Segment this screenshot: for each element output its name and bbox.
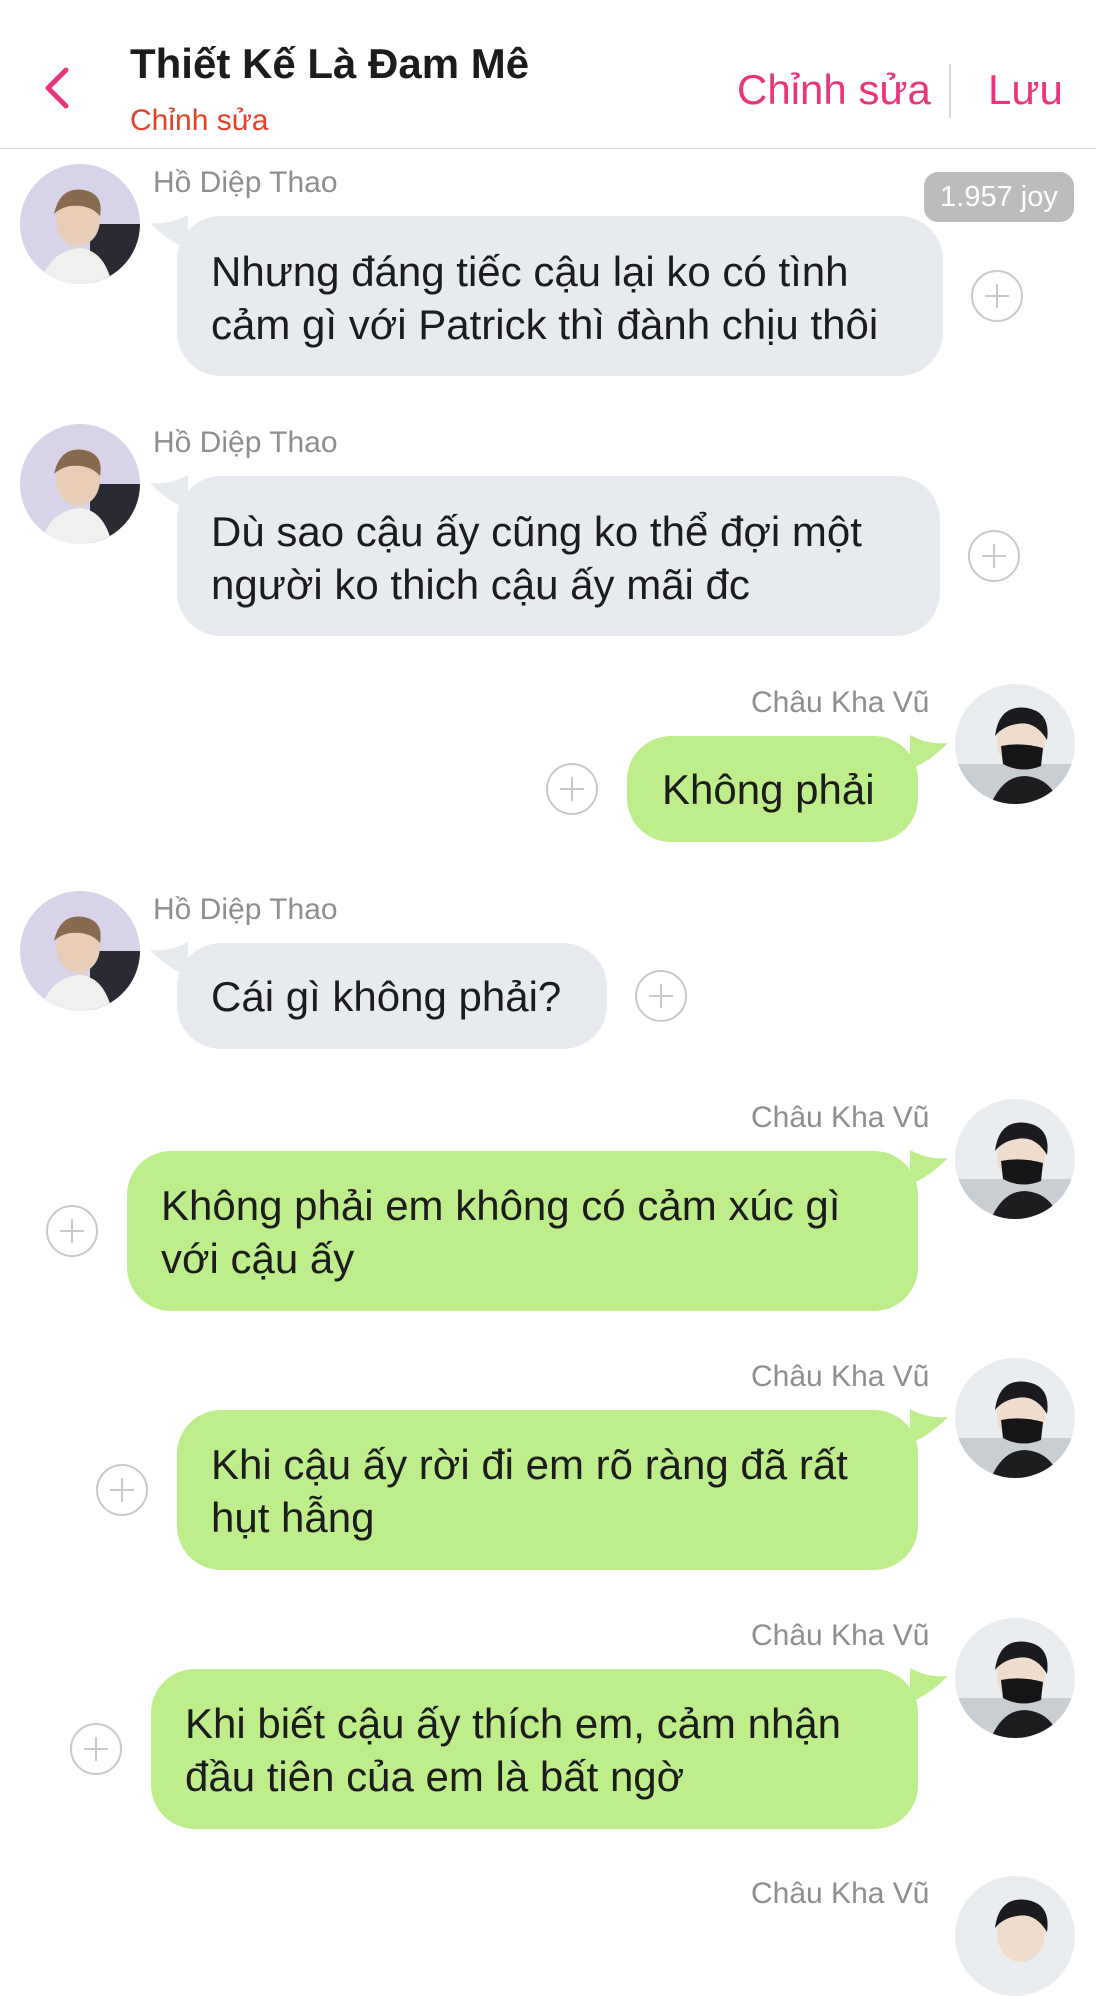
avatar-chau-kha-vu[interactable]: [955, 1358, 1075, 1478]
avatar-chau-kha-vu[interactable]: [955, 684, 1075, 804]
add-reaction-icon[interactable]: [70, 1723, 122, 1775]
chat-title: Thiết Kế Là Đam Mê: [130, 40, 530, 87]
chat-header: Thiết Kế Là Đam Mê Chỉnh sửa Chỉnh sửa L…: [0, 0, 1096, 149]
sender-name: Châu Kha Vũ: [751, 1101, 930, 1134]
message-line: Dù sao cậu ấy cũng ko thể đợi một: [211, 508, 862, 555]
edit-button[interactable]: Chỉnh sửa: [737, 66, 931, 114]
save-button[interactable]: Lưu: [988, 66, 1063, 114]
avatar-chau-kha-vu[interactable]: [955, 1618, 1075, 1738]
message-line: Khi cậu ấy rời đi em rõ ràng đã rất: [211, 1441, 848, 1488]
avatar-ho-diep-thao[interactable]: [20, 424, 140, 544]
joy-count-badge: 1.957 joy: [924, 172, 1074, 222]
add-reaction-icon[interactable]: [46, 1205, 98, 1257]
add-reaction-icon[interactable]: [546, 763, 598, 815]
avatar-chau-kha-vu[interactable]: [955, 1876, 1075, 1996]
message-line: Không phải em không có cảm xúc gì: [161, 1182, 841, 1229]
sender-name: Hồ Diệp Thao: [153, 166, 338, 199]
message-line: Không phải: [662, 766, 875, 813]
sender-name: Châu Kha Vũ: [751, 686, 930, 719]
message-bubble[interactable]: Khi cậu ấy rời đi em rõ ràng đã rất hụt …: [177, 1410, 918, 1570]
message-bubble[interactable]: Không phải em không có cảm xúc gì với cậ…: [127, 1151, 918, 1311]
avatar-ho-diep-thao[interactable]: [20, 164, 140, 284]
message-line: Khi biết cậu ấy thích em, cảm nhận: [185, 1700, 842, 1747]
chevron-left-icon: [45, 67, 69, 109]
header-divider: [949, 64, 951, 118]
add-reaction-icon[interactable]: [96, 1464, 148, 1516]
back-button[interactable]: [38, 62, 78, 114]
message-line: đầu tiên của em là bất ngờ: [185, 1753, 685, 1800]
message-line: Cái gì không phải?: [211, 973, 562, 1020]
add-reaction-icon[interactable]: [635, 970, 687, 1022]
message-bubble[interactable]: Cái gì không phải?: [177, 943, 607, 1049]
message-line: Nhưng đáng tiếc cậu lại ko có tình: [211, 248, 849, 295]
chat-subtitle[interactable]: Chỉnh sửa: [130, 104, 269, 138]
sender-name: Châu Kha Vũ: [751, 1619, 930, 1652]
avatar-ho-diep-thao[interactable]: [20, 891, 140, 1011]
message-line: hụt hẫng: [211, 1494, 375, 1541]
sender-name: Hồ Diệp Thao: [153, 426, 338, 459]
message-bubble[interactable]: Khi biết cậu ấy thích em, cảm nhận đầu t…: [151, 1669, 918, 1829]
add-reaction-icon[interactable]: [968, 530, 1020, 582]
message-bubble[interactable]: Không phải: [627, 736, 918, 842]
message-line: người ko thich cậu ấy mãi đc: [211, 561, 750, 608]
avatar-chau-kha-vu[interactable]: [955, 1099, 1075, 1219]
message-line: với cậu ấy: [161, 1235, 355, 1282]
sender-name: Hồ Diệp Thao: [153, 893, 338, 926]
message-bubble[interactable]: Dù sao cậu ấy cũng ko thể đợi một người …: [177, 476, 940, 636]
add-reaction-icon[interactable]: [971, 270, 1023, 322]
message-bubble[interactable]: Nhưng đáng tiếc cậu lại ko có tình cảm g…: [177, 216, 943, 376]
sender-name: Châu Kha Vũ: [751, 1360, 930, 1393]
message-line: cảm gì với Patrick thì đành chịu thôi: [211, 301, 879, 348]
sender-name: Châu Kha Vũ: [751, 1877, 930, 1910]
